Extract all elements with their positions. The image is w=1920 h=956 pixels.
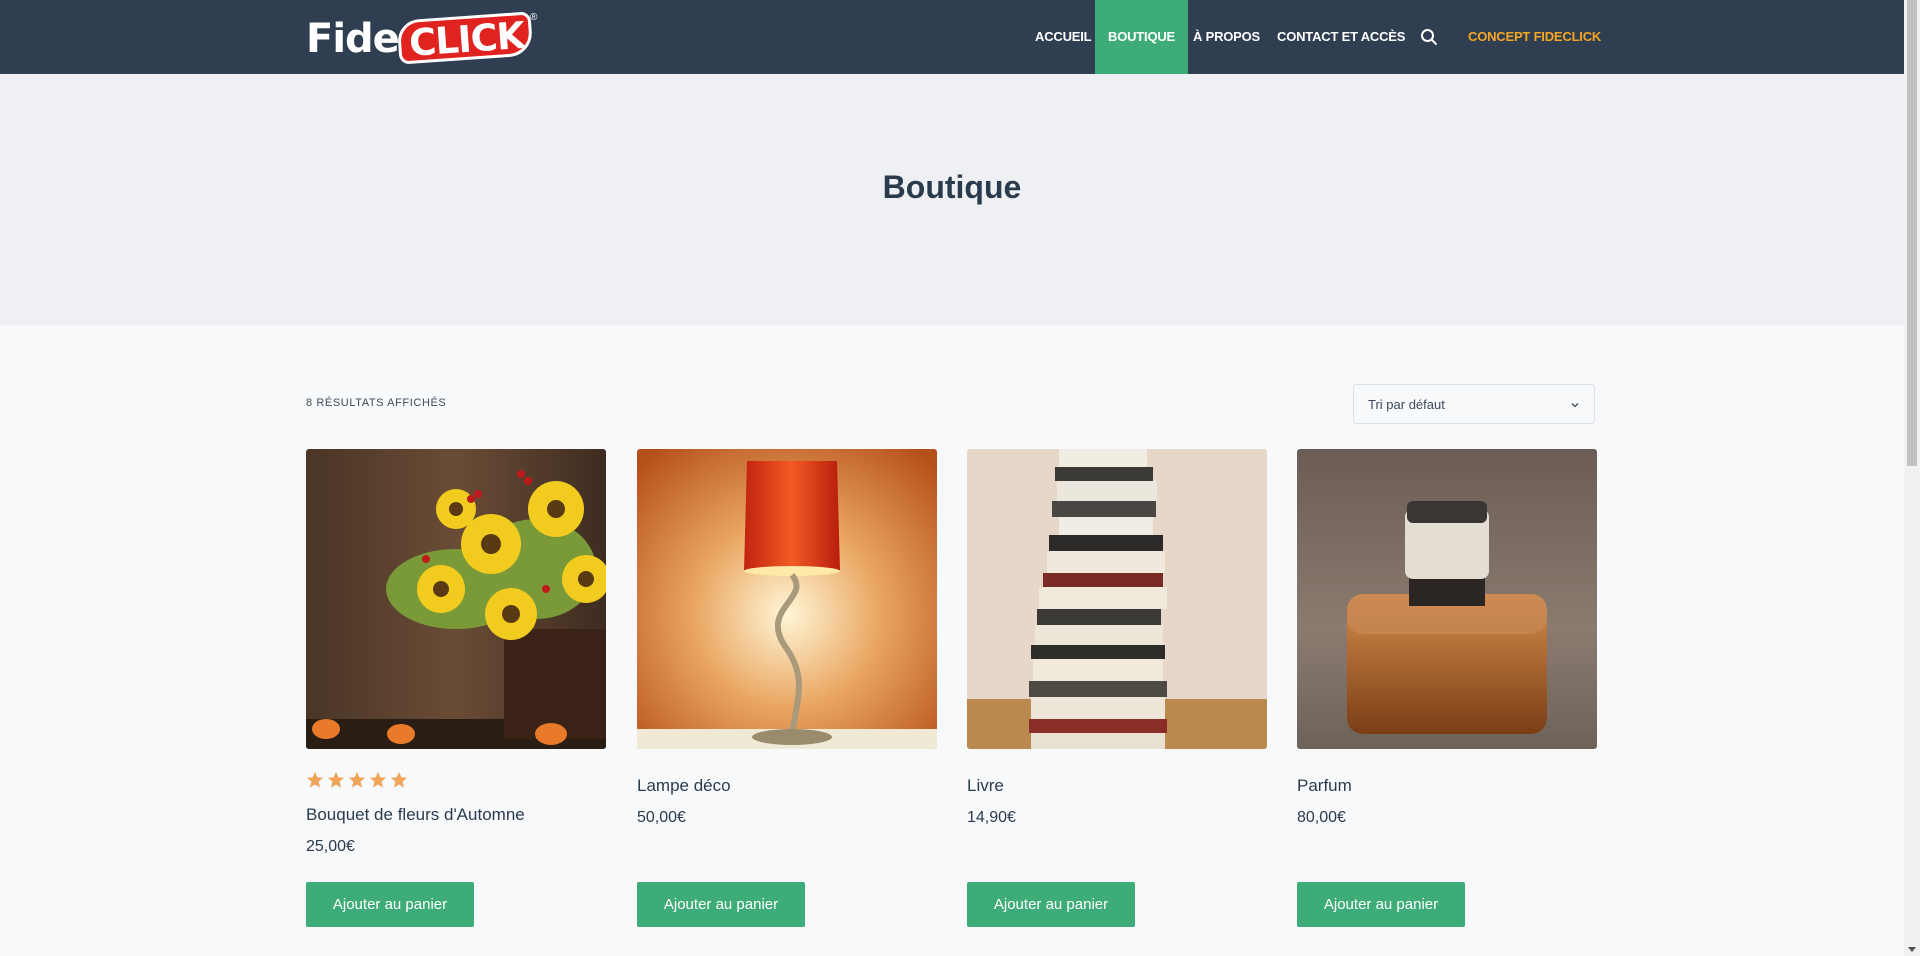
scrollbar-thumb[interactable]: [1907, 0, 1917, 466]
product-title[interactable]: Bouquet de fleurs d'Automne: [306, 805, 525, 825]
product-price: 80,00€: [1297, 809, 1346, 826]
product-image-livre[interactable]: [967, 449, 1267, 749]
sort-select-value: Tri par défaut: [1368, 397, 1445, 412]
rating-stars: [306, 771, 408, 789]
add-to-cart-button[interactable]: Ajouter au panier: [637, 882, 805, 927]
page-hero: Boutique: [0, 74, 1904, 325]
product-image-bouquet[interactable]: [306, 449, 606, 749]
product-card: [967, 449, 1267, 749]
star-icon: [348, 771, 366, 788]
search-icon[interactable]: [1420, 28, 1438, 46]
product-price: 50,00€: [637, 809, 686, 826]
star-icon: [327, 771, 345, 788]
registered-mark: ®: [530, 12, 538, 23]
product-card: [637, 449, 937, 749]
add-to-cart-button[interactable]: Ajouter au panier: [967, 882, 1135, 927]
star-icon: [306, 771, 324, 788]
product-image-parfum[interactable]: [1297, 449, 1597, 749]
product-price: 14,90€: [967, 809, 1016, 826]
page-title: Boutique: [882, 169, 1022, 205]
logo-badge: CLICK: [396, 11, 534, 65]
product-image-lampe[interactable]: [637, 449, 937, 749]
logo-text-fide: Fide: [306, 16, 400, 62]
chevron-down-icon: [1571, 403, 1579, 408]
product-title[interactable]: Lampe déco: [637, 776, 731, 796]
nav-item-concept[interactable]: CONCEPT FIDECLICK: [1468, 0, 1601, 74]
site-logo[interactable]: Fide CLICK ®: [306, 11, 538, 65]
logo-text-click: CLICK: [407, 13, 526, 65]
site-header: Fide CLICK ® ACCUEIL BOUTIQUE À PROPOS C…: [0, 0, 1904, 74]
nav-item-a-propos[interactable]: À PROPOS: [1193, 0, 1260, 74]
page-scrollbar[interactable]: [1904, 0, 1920, 956]
scroll-down-icon[interactable]: [1908, 947, 1916, 952]
add-to-cart-button[interactable]: Ajouter au panier: [1297, 882, 1465, 927]
sort-select[interactable]: Tri par défaut: [1353, 384, 1595, 424]
add-to-cart-button[interactable]: Ajouter au panier: [306, 882, 474, 927]
product-card: [306, 449, 606, 749]
product-title[interactable]: Parfum: [1297, 776, 1352, 796]
product-price: 25,00€: [306, 838, 355, 855]
result-count: 8 RÉSULTATS AFFICHÉS: [306, 397, 447, 409]
product-title[interactable]: Livre: [967, 776, 1004, 796]
nav-item-contact[interactable]: CONTACT ET ACCÈS: [1277, 0, 1405, 74]
star-icon: [369, 771, 387, 788]
nav-item-accueil[interactable]: ACCUEIL: [1035, 0, 1092, 74]
product-card: [1297, 449, 1597, 749]
star-icon: [390, 771, 408, 788]
nav-item-boutique[interactable]: BOUTIQUE: [1095, 0, 1189, 74]
